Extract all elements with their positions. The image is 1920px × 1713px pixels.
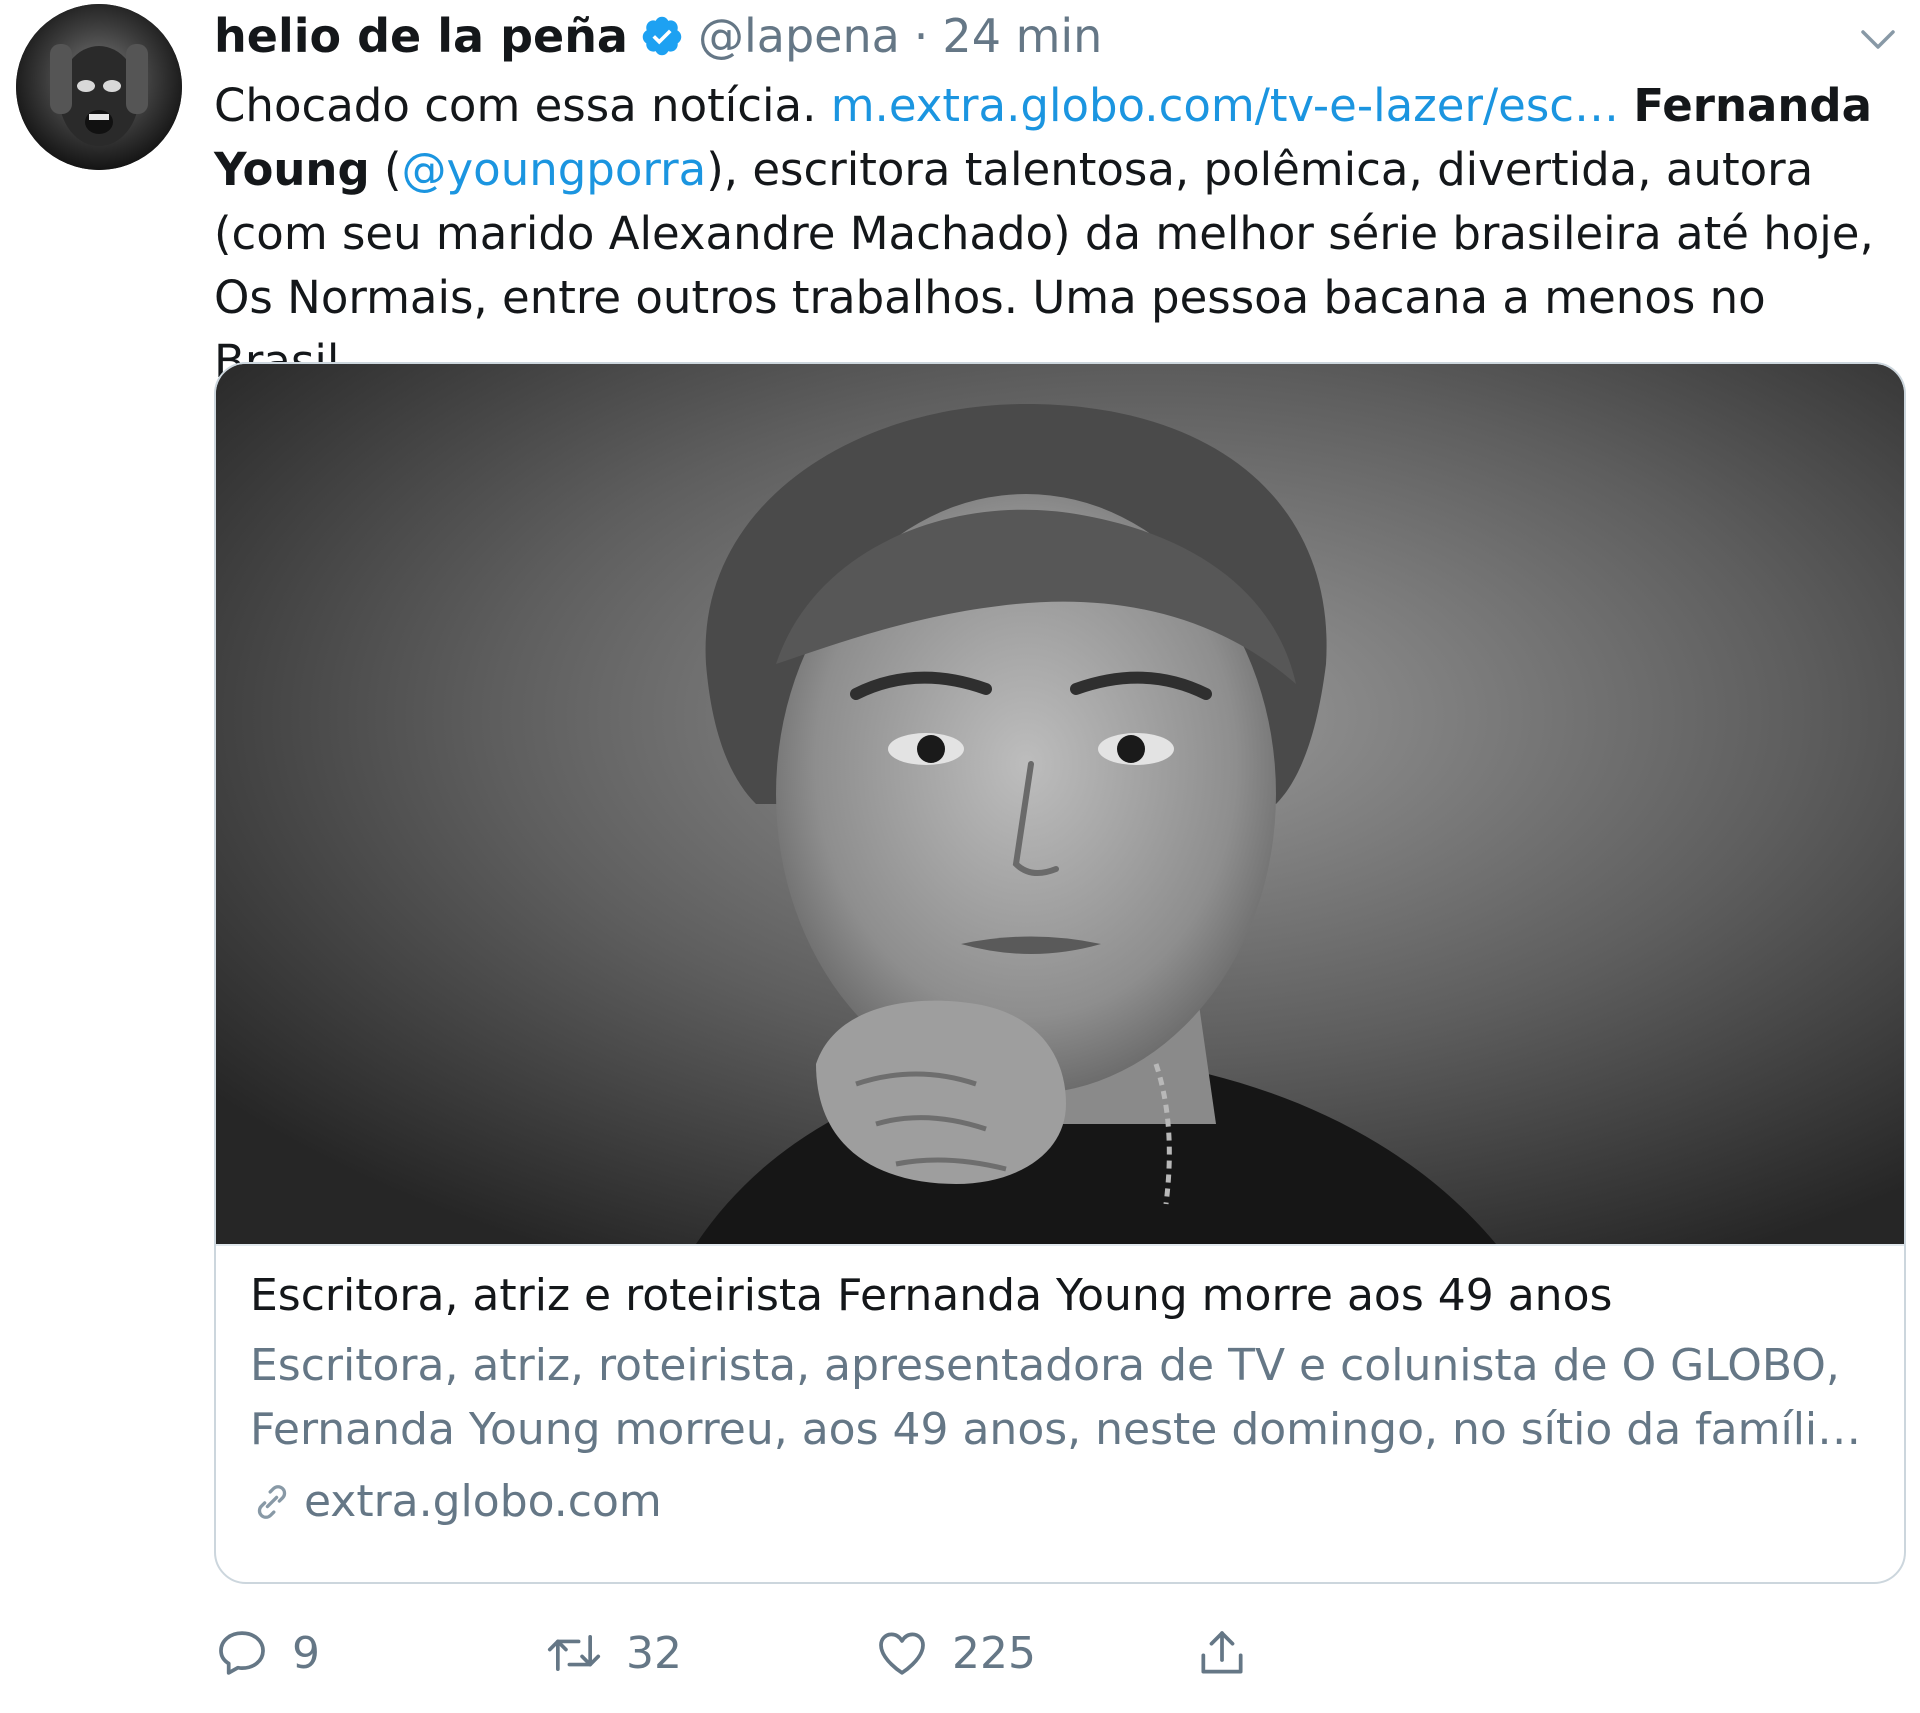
- avatar[interactable]: [16, 4, 182, 170]
- author-handle[interactable]: @lapena: [698, 9, 900, 63]
- tweet: helio de la peña @lapena · 24 min Chocad…: [0, 0, 1920, 1713]
- like-button[interactable]: 225: [874, 1620, 1036, 1686]
- reply-count: 9: [292, 1627, 320, 1679]
- tweet-text-intro: Chocado com essa notícia.: [214, 79, 831, 132]
- tweet-mention[interactable]: @youngporra: [402, 143, 707, 196]
- tweet-text: Chocado com essa notícia. m.extra.globo.…: [214, 74, 1894, 394]
- reply-icon: [214, 1625, 270, 1681]
- card-image: [216, 364, 1904, 1246]
- header-separator: ·: [913, 9, 929, 63]
- link-preview-card[interactable]: Escritora, atriz e roteirista Fernanda Y…: [214, 362, 1906, 1584]
- tweet-link[interactable]: m.extra.globo.com/tv-e-lazer/esc…: [831, 79, 1619, 132]
- card-title: Escritora, atriz e roteirista Fernanda Y…: [250, 1270, 1613, 1321]
- more-options-chevron-down-icon[interactable]: [1858, 20, 1898, 60]
- card-domain-row: extra.globo.com: [250, 1470, 1880, 1534]
- avatar-image: [16, 4, 182, 170]
- card-body: Escritora, atriz e roteirista Fernanda Y…: [250, 1264, 1880, 1534]
- reply-button[interactable]: 9: [214, 1620, 320, 1686]
- card-photo: [216, 364, 1904, 1244]
- card-domain: extra.globo.com: [304, 1476, 662, 1527]
- tweet-timestamp[interactable]: 24 min: [942, 9, 1102, 63]
- author-display-name[interactable]: helio de la peña: [214, 9, 628, 63]
- tweet-actions: 9 32 225: [214, 1620, 1314, 1686]
- share-icon: [1194, 1625, 1250, 1681]
- link-icon: [250, 1480, 294, 1524]
- tweet-text-paren: (: [369, 143, 402, 196]
- retweet-icon: [544, 1625, 604, 1681]
- retweet-count: 32: [626, 1627, 682, 1679]
- share-button[interactable]: [1194, 1620, 1250, 1686]
- heart-icon: [874, 1625, 930, 1681]
- retweet-button[interactable]: 32: [544, 1620, 682, 1686]
- tweet-header: helio de la peña @lapena · 24 min: [214, 6, 1102, 66]
- tweet-text-space: [1619, 79, 1633, 132]
- verified-badge-icon: [640, 14, 684, 58]
- card-description: Escritora, atriz, roteirista, apresentad…: [250, 1340, 1862, 1455]
- like-count: 225: [952, 1627, 1036, 1679]
